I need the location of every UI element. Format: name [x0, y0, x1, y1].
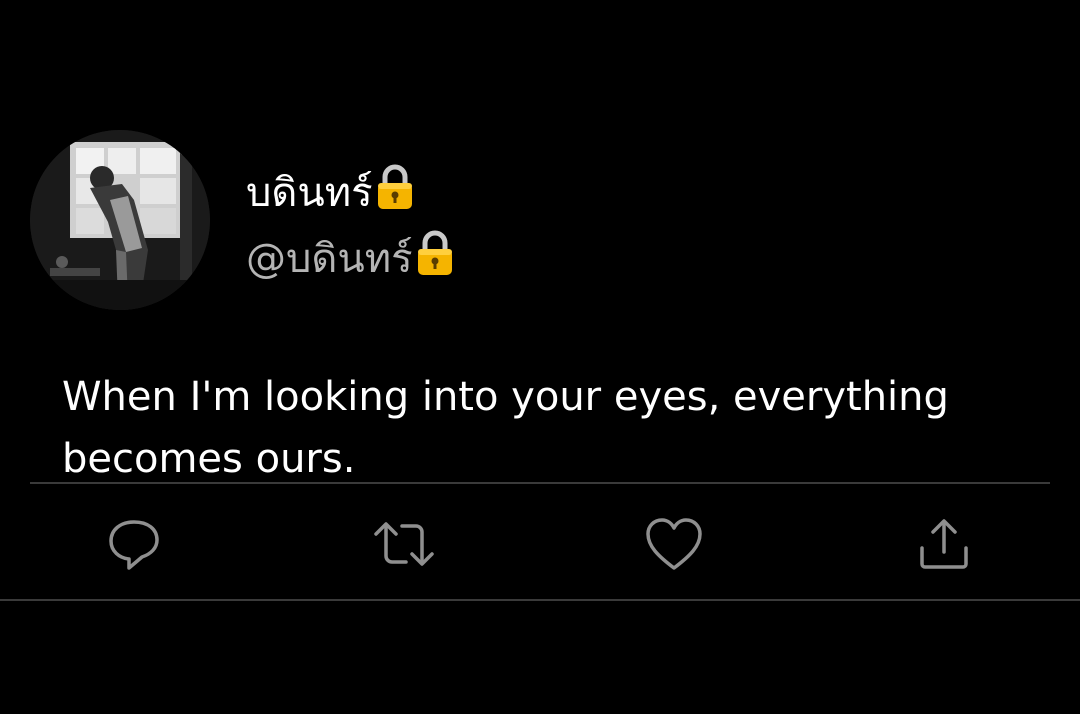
reply-button[interactable]: [102, 512, 166, 576]
tweet-text: When I'm looking into your eyes, everyth…: [62, 374, 949, 482]
avatar[interactable]: [30, 130, 210, 310]
lock-icon: [415, 230, 455, 290]
lock-icon: [375, 164, 415, 224]
avatar-image: [30, 130, 210, 310]
display-name-text: บดินทร์: [246, 170, 373, 216]
share-button[interactable]: [912, 512, 976, 576]
retweet-button[interactable]: [372, 512, 436, 576]
divider: [0, 599, 1080, 601]
like-button[interactable]: [642, 512, 706, 576]
user-handle[interactable]: @บดินทร์: [246, 230, 455, 290]
retweet-icon: [374, 522, 434, 566]
reply-icon: [109, 520, 159, 570]
divider: [30, 482, 1050, 484]
user-handle-text: @บดินทร์: [246, 236, 413, 282]
heart-icon: [646, 518, 702, 570]
display-name[interactable]: บดินทร์: [246, 164, 415, 224]
share-icon: [920, 519, 968, 569]
